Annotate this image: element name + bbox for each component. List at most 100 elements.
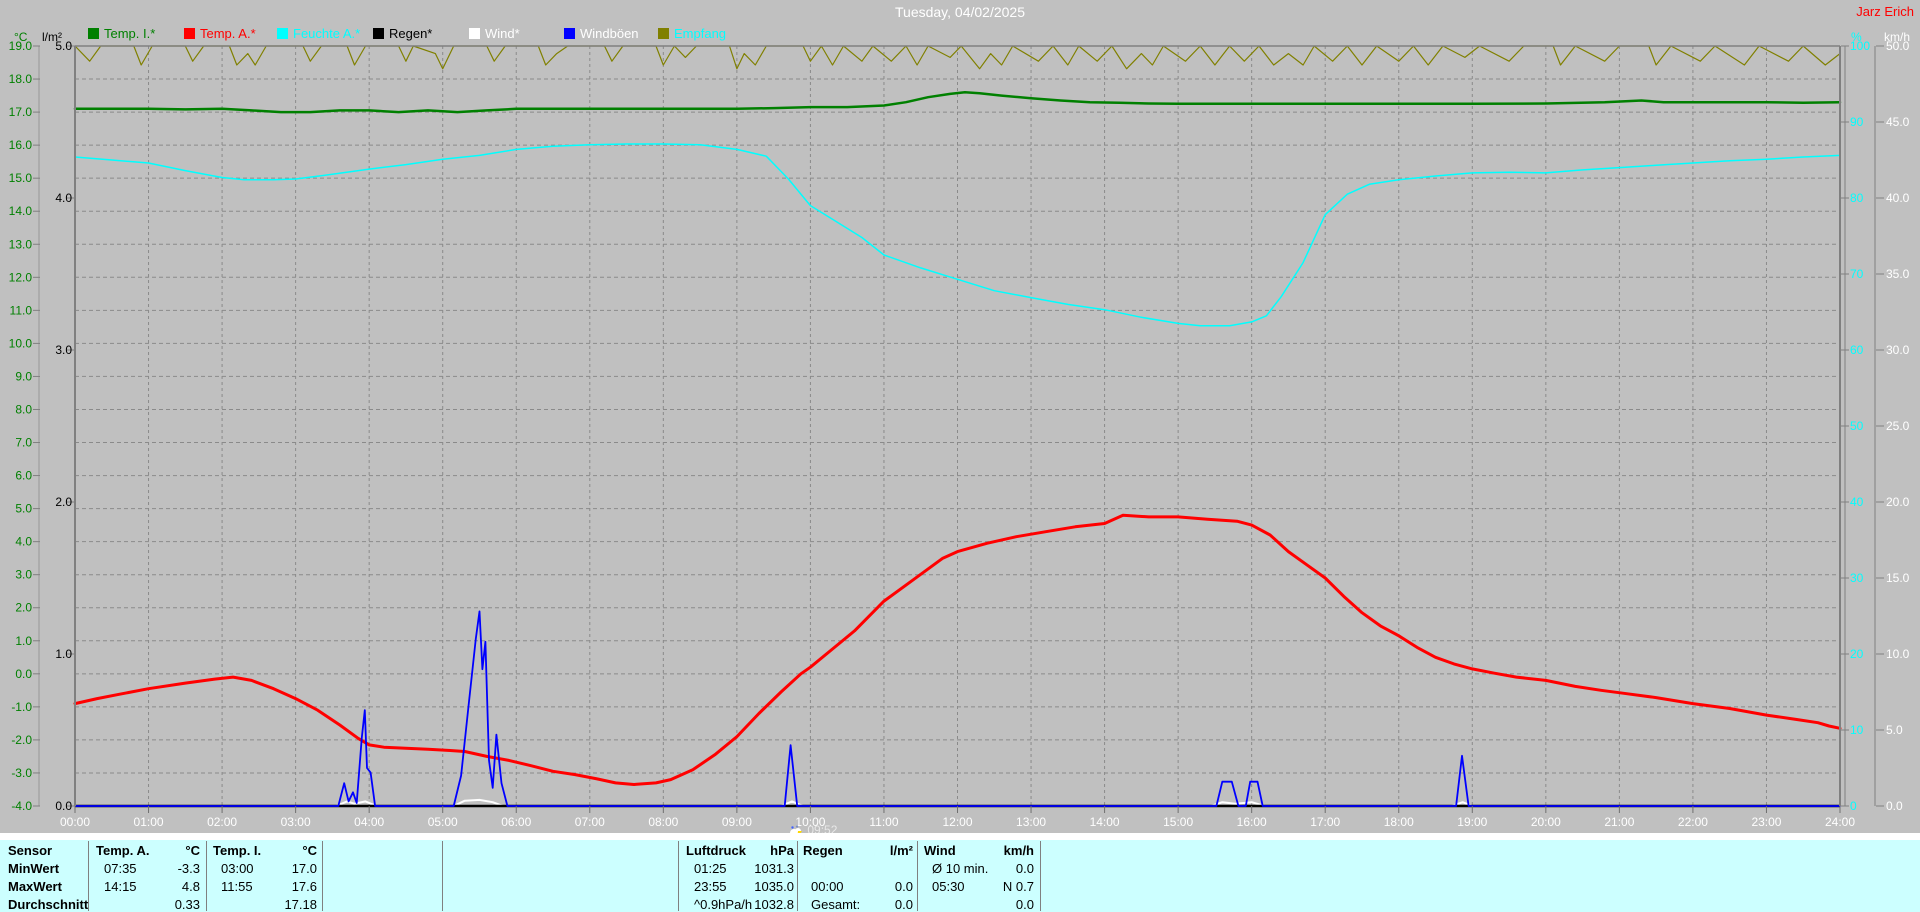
weather-chart-window: Tuesday, 04/02/2025 Jarz Erich Temp. I.*… <box>0 0 1920 912</box>
tick-label-celsius: -1.0 <box>11 700 32 714</box>
tick-label-celsius: 3.0 <box>15 568 32 582</box>
tick-label-celsius: 16.0 <box>9 138 33 152</box>
x-axis-label: 15:00 <box>1163 815 1193 829</box>
x-axis-label: 02:00 <box>207 815 237 829</box>
tick-label-rain: 1.0 <box>55 647 72 661</box>
tick-label-percent: 90 <box>1850 115 1864 129</box>
table-column-divider <box>678 841 679 911</box>
x-axis-label: 23:00 <box>1751 815 1781 829</box>
tick-label-celsius: 12.0 <box>9 270 33 284</box>
tick-label-kmh: 15.0 <box>1886 571 1910 585</box>
x-axis-label: 19:00 <box>1457 815 1487 829</box>
tick-label-kmh: 50.0 <box>1886 39 1910 53</box>
x-axis-label: 04:00 <box>354 815 384 829</box>
x-axis-label: 17:00 <box>1310 815 1340 829</box>
tick-label-kmh: 10.0 <box>1886 647 1910 661</box>
table-value-temp_a: 4.8 <box>181 879 200 894</box>
table-value-wind: 0.0 <box>1015 897 1034 912</box>
tick-label-celsius: 15.0 <box>9 171 33 185</box>
tick-label-celsius: 8.0 <box>15 402 32 416</box>
table-column-divider <box>88 841 89 911</box>
table-value-temp_i: 17.0 <box>291 861 317 876</box>
table-value-wind: 0.0 <box>1015 861 1034 876</box>
table-value-regen: 0.0 <box>894 879 913 894</box>
x-axis-label: 18:00 <box>1384 815 1414 829</box>
chart-plot-area: 19.0 18.0 17.0 16.0 15.0 14.0 13.0 12.0 11.0 10.0… <box>9 39 1910 829</box>
tick-label-rain: 5.0 <box>55 39 72 53</box>
table-separator <box>0 833 1920 840</box>
x-axis-label: 09:00 <box>722 815 752 829</box>
table-column-divider <box>917 841 918 911</box>
tick-label-celsius: 1.0 <box>15 634 32 648</box>
tick-label-celsius: 13.0 <box>9 237 33 251</box>
tick-label-kmh: 20.0 <box>1886 495 1910 509</box>
x-axis-label: 22:00 <box>1678 815 1708 829</box>
x-axis-label: 03:00 <box>281 815 311 829</box>
table-value-temp_i: 17.18 <box>284 897 317 912</box>
table-column-divider <box>1040 841 1041 911</box>
x-axis-label: 12:00 <box>942 815 972 829</box>
tick-label-celsius: 19.0 <box>9 39 33 53</box>
tick-label-kmh: 40.0 <box>1886 191 1910 205</box>
table-column-divider <box>797 841 798 911</box>
table-header-unit-wind: km/h <box>1003 843 1034 858</box>
table-value-temp_a: -3.3 <box>177 861 200 876</box>
tick-label-celsius: 5.0 <box>15 502 32 516</box>
tick-label-percent: 40 <box>1850 495 1864 509</box>
table-header-unit-luftdruck: hPa <box>770 843 794 858</box>
x-axis-label: 08:00 <box>648 815 678 829</box>
tick-label-celsius: 14.0 <box>9 204 33 218</box>
x-axis-label: 05:00 <box>428 815 458 829</box>
tick-label-celsius: 0.0 <box>15 667 32 681</box>
tick-label-celsius: 6.0 <box>15 469 32 483</box>
tick-label-percent: 70 <box>1850 267 1864 281</box>
tick-label-rain: 3.0 <box>55 343 72 357</box>
x-axis-label: 24:00 <box>1825 815 1855 829</box>
table-column-divider <box>442 841 443 911</box>
tick-label-percent: 30 <box>1850 571 1864 585</box>
tick-label-kmh: 35.0 <box>1886 267 1910 281</box>
tick-label-celsius: 18.0 <box>9 72 33 86</box>
x-axis-label: 16:00 <box>1237 815 1267 829</box>
table-value-wind: N 0.7 <box>1002 879 1034 894</box>
x-axis-label: 13:00 <box>1016 815 1046 829</box>
tick-label-percent: 0 <box>1850 799 1857 813</box>
table-value-luftdruck: 1032.8 <box>754 897 794 912</box>
tick-label-percent: 20 <box>1850 647 1864 661</box>
tick-label-percent: 100 <box>1850 39 1870 53</box>
x-axis-label: 01:00 <box>134 815 164 829</box>
table-value-luftdruck: 1035.0 <box>754 879 794 894</box>
tick-label-kmh: 0.0 <box>1886 799 1903 813</box>
tick-label-kmh: 30.0 <box>1886 343 1910 357</box>
table-column-divider <box>206 841 207 911</box>
table-value-regen: 0.0 <box>894 897 913 912</box>
tick-label-percent: 80 <box>1850 191 1864 205</box>
x-axis-label: 21:00 <box>1604 815 1634 829</box>
table-header-unit-temp_a: °C <box>185 843 200 858</box>
tick-label-celsius: 11.0 <box>10 303 33 317</box>
tick-label-kmh: 25.0 <box>1886 419 1910 433</box>
table-header-unit-regen: l/m² <box>889 843 913 858</box>
tick-label-celsius: 17.0 <box>9 105 33 119</box>
x-axis-label: 20:00 <box>1531 815 1561 829</box>
table-value-temp_a: 0.33 <box>174 897 200 912</box>
x-axis-label: 11:00 <box>869 815 898 829</box>
table-value-temp_i: 17.6 <box>291 879 317 894</box>
tick-label-kmh: 5.0 <box>1886 723 1903 737</box>
x-axis-label: 14:00 <box>1090 815 1120 829</box>
tick-label-percent: 60 <box>1850 343 1864 357</box>
x-axis-label: 06:00 <box>501 815 531 829</box>
statistics-table: Sensor MinWert MaxWert Durchschnitt Temp. A.… <box>0 840 1920 912</box>
x-axis-label: 07:00 <box>575 815 605 829</box>
table-header-unit-temp_i: °C <box>302 843 317 858</box>
tick-label-kmh: 45.0 <box>1886 115 1910 129</box>
tick-label-celsius: 9.0 <box>15 369 32 383</box>
x-axis-label: 00:00 <box>60 815 90 829</box>
tick-label-celsius: 4.0 <box>15 535 32 549</box>
tick-label-celsius: 7.0 <box>15 436 32 450</box>
tick-label-celsius: 10.0 <box>9 336 33 350</box>
tick-label-rain: 2.0 <box>55 495 72 509</box>
table-value-luftdruck: 1031.3 <box>754 861 794 876</box>
table-column-divider <box>322 841 323 911</box>
tick-label-celsius: -4.0 <box>11 799 32 813</box>
